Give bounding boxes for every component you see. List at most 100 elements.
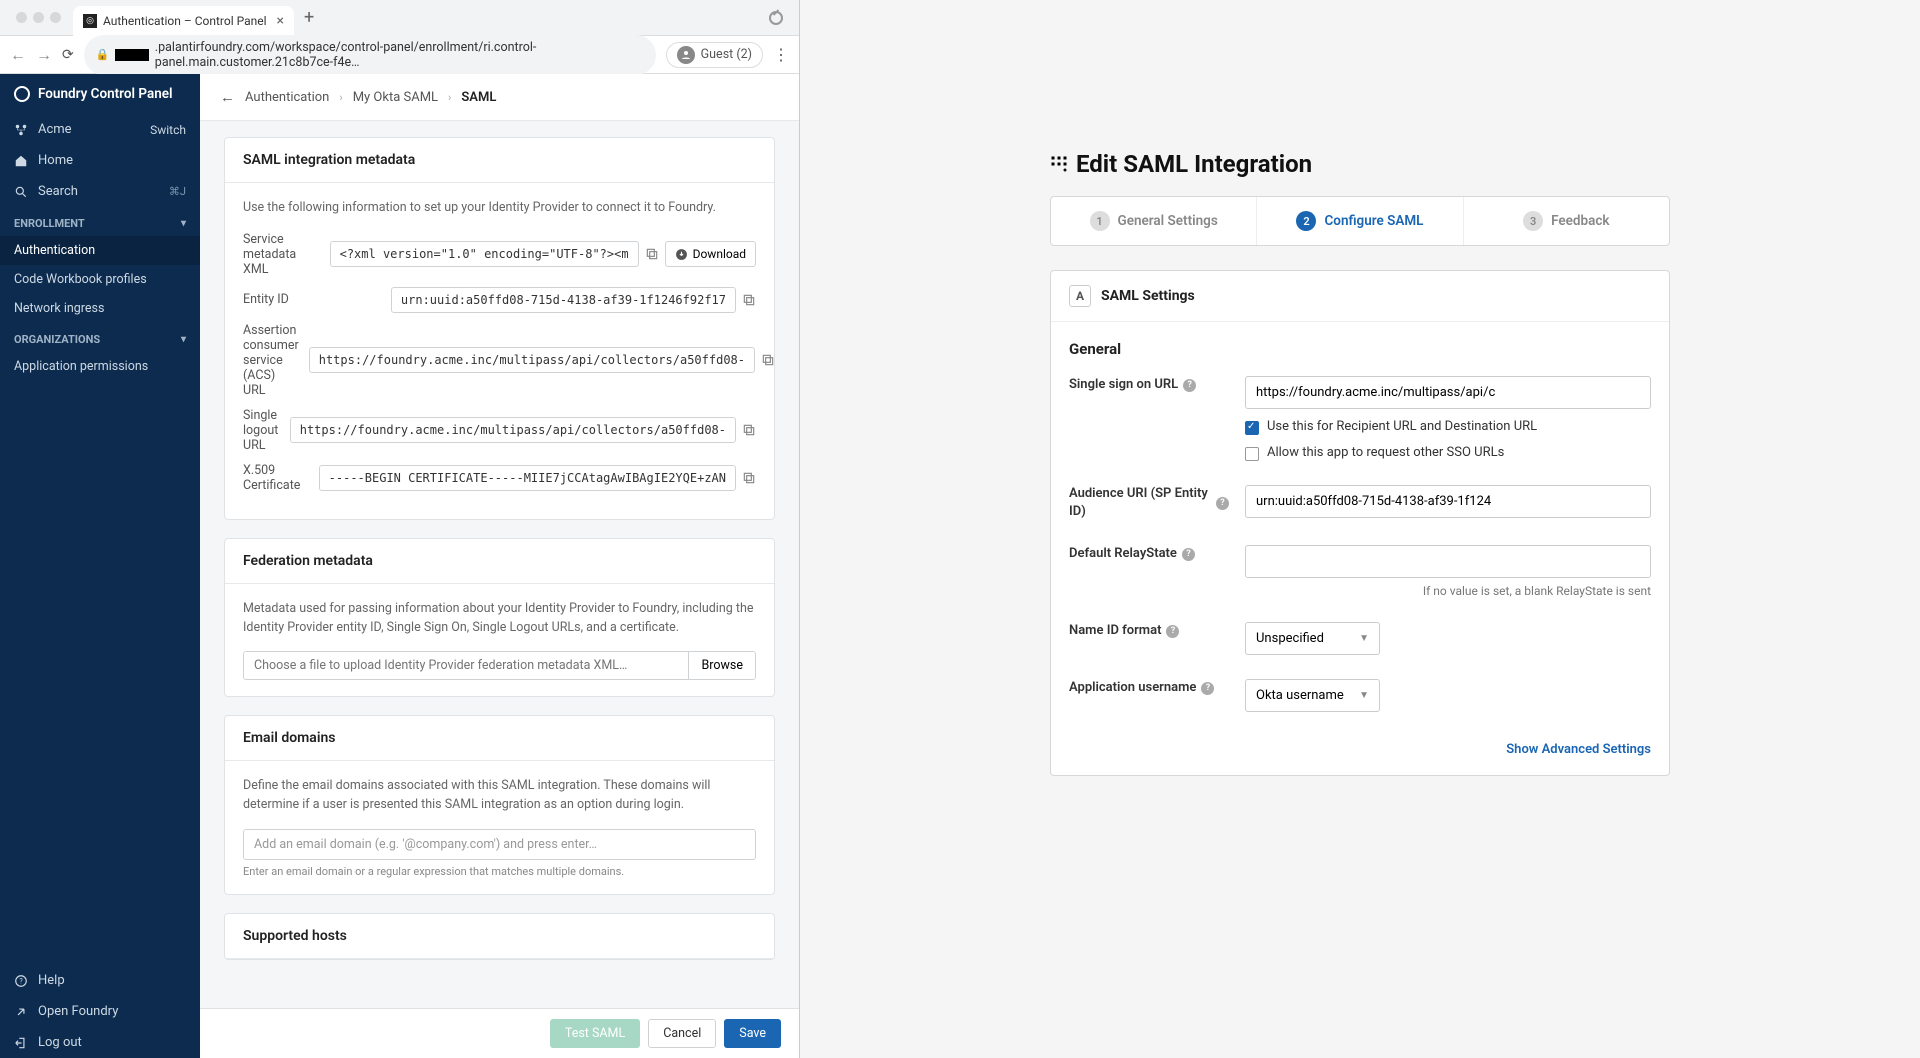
switch-link[interactable]: Switch (150, 123, 186, 137)
field-value-acs[interactable]: https://foundry.acme.inc/multipass/api/c… (309, 347, 755, 373)
label-relaystate: Default RelayState ? (1069, 545, 1229, 563)
main-content: ← Authentication › My Okta SAML › SAML S… (200, 74, 799, 1058)
cancel-button[interactable]: Cancel (648, 1019, 716, 1048)
sidebar-logout[interactable]: Log out (0, 1027, 200, 1058)
forward-icon[interactable]: → (36, 45, 52, 65)
tab-overflow-icon[interactable] (769, 11, 783, 25)
download-button[interactable]: Download (665, 241, 756, 267)
input-sso-url[interactable] (1245, 376, 1651, 409)
sidebar-item-apppermissions[interactable]: Application permissions (0, 352, 200, 381)
checkbox-recipient-url[interactable] (1245, 421, 1259, 435)
profile-pill[interactable]: Guest (2) (666, 42, 763, 68)
help-icon[interactable]: ? (1201, 682, 1214, 695)
card-description: Use the following information to set up … (243, 199, 756, 218)
email-domain-input[interactable] (243, 829, 756, 860)
sidebar-search[interactable]: Search ⌘J (0, 176, 200, 207)
copy-icon[interactable] (742, 471, 756, 485)
reload-icon[interactable]: ⟳ (62, 47, 74, 63)
input-relaystate[interactable] (1245, 545, 1651, 578)
tab-favicon-icon: ◎ (83, 14, 97, 28)
field-value-slo[interactable]: https://foundry.acme.inc/multipass/api/c… (290, 417, 736, 443)
chevron-right-icon: › (339, 91, 342, 104)
browser-tab[interactable]: ◎ Authentication – Control Panel × (73, 6, 294, 36)
card-description: Define the email domains associated with… (243, 777, 756, 815)
card-email-domains: Email domains Define the email domains a… (224, 715, 775, 895)
field-value-svcmeta[interactable]: <?xml version="1.0" encoding="UTF-8"?><m (330, 241, 639, 267)
browser-tab-strip: ◎ Authentication – Control Panel × + (0, 0, 799, 36)
okta-window: Edit SAML Integration 1General Settings … (800, 0, 1920, 1058)
wizard-steps: 1General Settings 2Configure SAML 3Feedb… (1050, 196, 1670, 246)
window-controls[interactable] (8, 12, 69, 23)
chevron-down-icon: ▾ (181, 218, 186, 229)
org-switcher[interactable]: Acme Switch (0, 114, 200, 145)
field-label-acs: Assertion consumer service (ACS) URL (243, 323, 299, 398)
external-icon (14, 1005, 28, 1019)
field-label-entity: Entity ID (243, 292, 381, 307)
redacted-subdomain (115, 49, 148, 61)
sidebar-open-foundry[interactable]: Open Foundry (0, 996, 200, 1027)
copy-icon[interactable] (761, 353, 775, 367)
input-audience-uri[interactable] (1245, 485, 1651, 518)
sidebar-home[interactable]: Home (0, 145, 200, 176)
sidebar-help[interactable]: ? Help (0, 965, 200, 996)
content-scroll[interactable]: SAML integration metadata Use the follow… (200, 121, 799, 1058)
card-supported-hosts: Supported hosts (224, 913, 775, 960)
sidebar-item-authentication[interactable]: Authentication (0, 236, 200, 265)
field-label-svcmeta: Service metadata XML (243, 232, 320, 277)
help-icon[interactable]: ? (1166, 625, 1179, 638)
copy-icon[interactable] (645, 247, 659, 261)
card-description: Metadata used for passing information ab… (243, 600, 756, 638)
crumb-current: SAML (461, 90, 496, 105)
subheading: General (1069, 340, 1651, 358)
help-icon[interactable]: ? (1183, 379, 1196, 392)
label-nameid: Name ID format ? (1069, 622, 1229, 640)
step-feedback[interactable]: 3Feedback (1464, 197, 1669, 245)
file-upload-input[interactable] (244, 652, 688, 679)
menu-icon[interactable]: ⋮ (773, 45, 789, 64)
test-saml-button[interactable]: Test SAML (550, 1019, 640, 1048)
copy-icon[interactable] (742, 423, 756, 437)
okta-saml-settings-card: A SAML Settings General Single sign on U… (1050, 270, 1670, 776)
helper-text: Enter an email domain or a regular expre… (243, 865, 756, 878)
sidebar-item-network[interactable]: Network ingress (0, 294, 200, 323)
section-enrollment[interactable]: ENROLLMENT ▾ (0, 207, 200, 236)
back-icon[interactable]: ← (10, 45, 26, 65)
sidebar: Foundry Control Panel Acme Switch Home S… (0, 74, 200, 1058)
show-advanced-link[interactable]: Show Advanced Settings (1069, 736, 1651, 757)
save-button[interactable]: Save (724, 1019, 781, 1048)
field-value-entity[interactable]: urn:uuid:a50ffd08-715d-4138-af39-1f1246f… (391, 287, 736, 313)
card-saml-metadata: SAML integration metadata Use the follow… (224, 137, 775, 520)
select-nameid[interactable]: Unspecified ▼ (1245, 622, 1380, 655)
sidebar-item-codeworkbook[interactable]: Code Workbook profiles (0, 265, 200, 294)
product-title: Foundry Control Panel (38, 86, 173, 102)
helper-relaystate: If no value is set, a blank RelayState i… (1245, 584, 1651, 598)
org-name: Acme (38, 122, 72, 137)
chevron-right-icon: › (448, 91, 451, 104)
section-orgs[interactable]: ORGANIZATIONS ▾ (0, 323, 200, 352)
crumb-okta[interactable]: My Okta SAML (353, 90, 438, 105)
label-appusername: Application username ? (1069, 679, 1229, 697)
home-icon (14, 154, 28, 168)
crumb-authentication[interactable]: Authentication (245, 90, 329, 105)
browser-toolbar: ← → ⟳ 🔒 .palantirfoundry.com/workspace/c… (0, 36, 799, 74)
address-bar[interactable]: 🔒 .palantirfoundry.com/workspace/control… (84, 35, 656, 75)
sidebar-header: Foundry Control Panel (0, 74, 200, 114)
select-appusername[interactable]: Okta username ▼ (1245, 679, 1380, 712)
app-grid-icon (1050, 155, 1068, 173)
copy-icon[interactable] (742, 293, 756, 307)
help-icon[interactable]: ? (1182, 548, 1195, 561)
step-general[interactable]: 1General Settings (1051, 197, 1257, 245)
field-label-cert: X.509 Certificate (243, 463, 309, 493)
card-title: Federation metadata (225, 539, 774, 584)
url-text: .palantirfoundry.com/workspace/control-p… (155, 40, 644, 70)
browse-button[interactable]: Browse (688, 652, 755, 679)
back-icon[interactable]: ← (220, 88, 235, 106)
help-icon[interactable]: ? (1216, 497, 1229, 510)
search-shortcut: ⌘J (169, 185, 186, 198)
checkbox-other-sso[interactable] (1245, 447, 1259, 461)
step-configure[interactable]: 2Configure SAML (1257, 197, 1463, 245)
chevron-down-icon: ▼ (1359, 633, 1369, 644)
close-icon[interactable]: × (277, 13, 284, 29)
field-value-cert[interactable]: -----BEGIN CERTIFICATE-----MIIE7jCCAtagA… (319, 465, 736, 491)
new-tab-icon[interactable]: + (298, 7, 320, 28)
